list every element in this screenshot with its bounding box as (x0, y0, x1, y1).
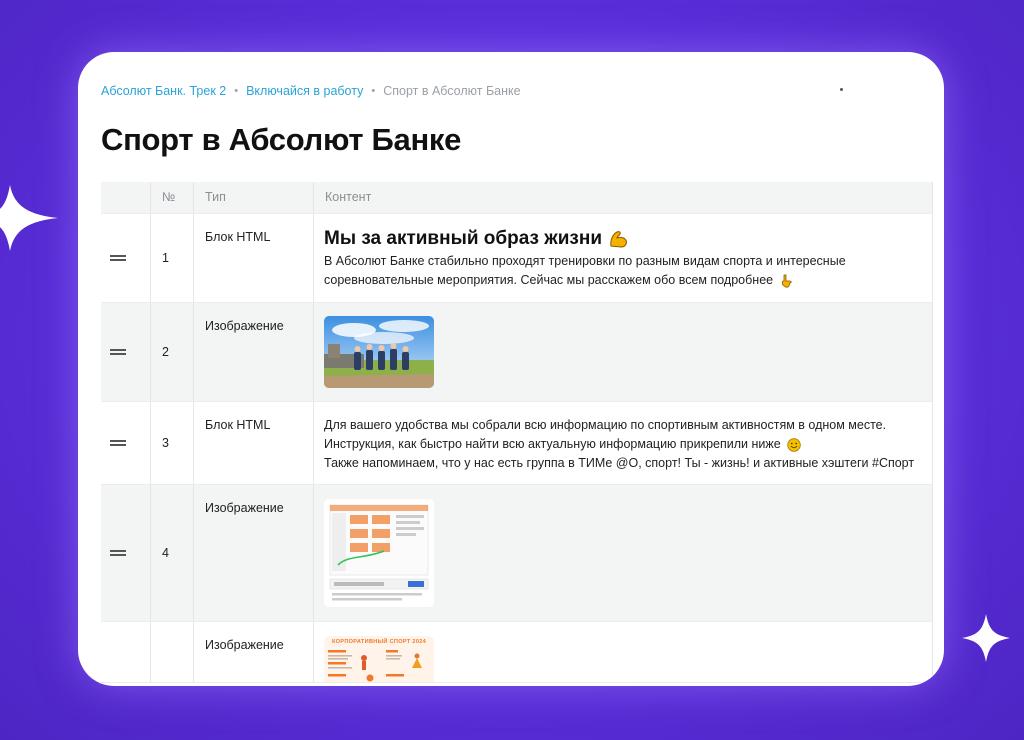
row-type: Изображение (205, 319, 284, 333)
sparkle-icon (0, 185, 58, 251)
breadcrumb: Абсолют Банк. Трек 2 • Включайся в работ… (101, 84, 521, 98)
table-header: № Тип Контент (101, 182, 933, 214)
corporate-sport-image[interactable]: КОРПОРАТИВНЫЙ СПОРТ 2024 (324, 636, 434, 682)
row-number-cell: 1 (151, 214, 194, 302)
row-number: 2 (162, 345, 169, 359)
block-text-line: Также напоминаем, что у нас есть группа … (324, 456, 915, 470)
row-content-cell: Для вашего удобства мы собрали всю инфор… (314, 402, 933, 484)
drag-cell (101, 485, 151, 621)
content-card: Абсолют Банк. Трек 2 • Включайся в работ… (78, 52, 944, 686)
row-type: Изображение (205, 638, 284, 652)
drag-handle-icon[interactable] (110, 255, 126, 261)
table-row[interactable]: 4 Изображение (101, 485, 933, 622)
row-type-cell: Изображение (194, 303, 314, 401)
row-content-cell (314, 485, 933, 621)
block-text-line: Для вашего удобства мы собрали всю инфор… (324, 418, 887, 432)
block-text-line: Инструкция, как быстро найти всю актуаль… (324, 435, 922, 454)
table-row[interactable]: 1 Блок HTML Мы за активный образ жизни В… (101, 214, 933, 303)
row-number: 1 (162, 251, 169, 265)
table-row[interactable]: Изображение КОРПОРАТИВНЫЙ СПОРТ 2024 (101, 622, 933, 683)
instruction-screenshot-image[interactable] (324, 499, 434, 607)
block-text: В Абсолют Банке стабильно проходят трени… (324, 252, 922, 290)
block-text-content: В Абсолют Банке стабильно проходят трени… (324, 254, 846, 287)
pointing-down-icon (781, 274, 792, 288)
row-number-cell: 3 (151, 402, 194, 484)
drag-cell (101, 402, 151, 484)
row-type: Изображение (205, 501, 284, 515)
content-table: № Тип Контент 1 Блок HTML Мы за активный… (101, 182, 933, 683)
breadcrumb-link-work[interactable]: Включайся в работу (246, 84, 363, 98)
block-heading-text: Мы за активный образ жизни (324, 228, 602, 249)
row-type-cell: Изображение (194, 485, 314, 621)
column-header-type: Тип (194, 182, 314, 213)
breadcrumb-current: Спорт в Абсолют Банке (383, 84, 521, 98)
row-number: 4 (162, 546, 169, 560)
drag-handle-icon[interactable] (110, 349, 126, 355)
image-caption: КОРПОРАТИВНЫЙ СПОРТ 2024 (331, 639, 427, 645)
row-content-cell: КОРПОРАТИВНЫЙ СПОРТ 2024 (314, 622, 933, 682)
row-number-cell: 2 (151, 303, 194, 401)
row-content-cell: Мы за активный образ жизни В Абсолют Бан… (314, 214, 933, 302)
header-drag-cell (101, 182, 151, 213)
row-type: Блок HTML (205, 230, 271, 244)
row-number: 3 (162, 436, 169, 450)
row-number-cell: 4 (151, 485, 194, 621)
breadcrumb-separator: • (371, 85, 376, 97)
smile-icon (787, 438, 801, 452)
breadcrumb-separator: • (234, 85, 239, 97)
drag-handle-icon[interactable] (110, 440, 126, 446)
table-row[interactable]: 2 Изображение (101, 303, 933, 402)
dot-mark (840, 88, 843, 91)
row-type-cell: Изображение (194, 622, 314, 682)
drag-cell (101, 303, 151, 401)
block-text-line-content: Инструкция, как быстро найти всю актуаль… (324, 437, 781, 451)
block-heading: Мы за активный образ жизни (324, 228, 922, 250)
row-content-cell (314, 303, 933, 401)
drag-cell (101, 622, 151, 682)
column-header-content: Контент (314, 182, 933, 213)
row-type-cell: Блок HTML (194, 214, 314, 302)
row-number-cell (151, 622, 194, 682)
sparkle-icon (962, 614, 1010, 662)
flexed-biceps-icon (610, 231, 627, 248)
column-header-number: № (151, 182, 194, 213)
page-title: Спорт в Абсолют Банке (101, 122, 462, 157)
row-type: Блок HTML (205, 418, 271, 432)
table-row[interactable]: 3 Блок HTML Для вашего удобства мы собра… (101, 402, 933, 485)
row-type-cell: Блок HTML (194, 402, 314, 484)
drag-cell (101, 214, 151, 302)
team-photo-image[interactable] (324, 316, 434, 388)
breadcrumb-link-track[interactable]: Абсолют Банк. Трек 2 (101, 84, 226, 98)
drag-handle-icon[interactable] (110, 550, 126, 556)
